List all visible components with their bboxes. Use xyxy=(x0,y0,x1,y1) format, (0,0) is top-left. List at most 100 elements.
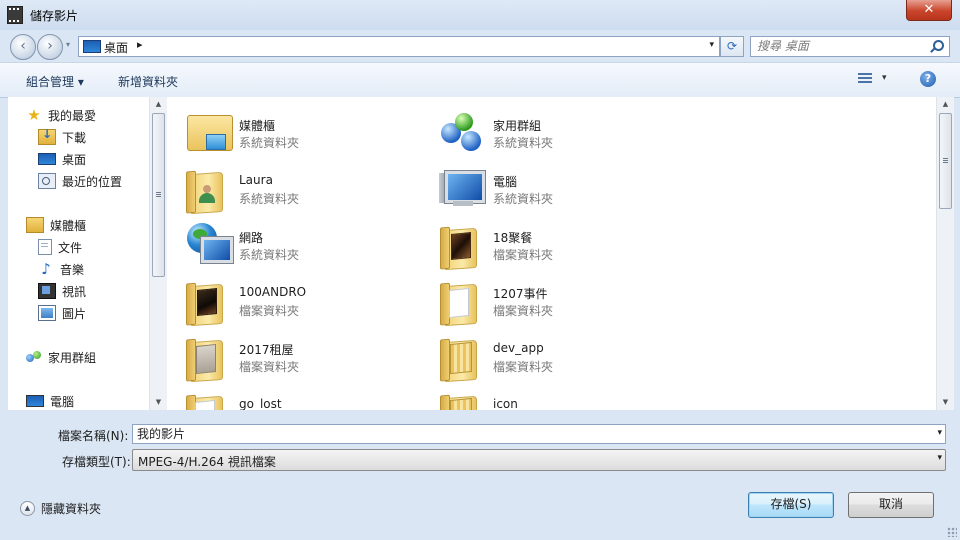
navigation-bar: ‹ › ▾ 桌面 ▸ ▾ ⟳ xyxy=(0,30,960,62)
sidebar-item-homegroup[interactable]: 家用群組 xyxy=(26,347,96,367)
video-icon xyxy=(38,283,56,299)
filetype-label: 存檔類型(T): xyxy=(62,455,131,469)
close-button[interactable]: ✕ xyxy=(906,0,952,21)
help-icon[interactable]: ? xyxy=(920,71,936,87)
file-item[interactable]: 18聚餐 檔案資料夾 xyxy=(421,215,671,271)
address-location[interactable]: 桌面 xyxy=(104,39,128,56)
computer-icon xyxy=(26,395,44,407)
sidebar-item-favorites[interactable]: ★ 我的最愛 xyxy=(26,105,96,125)
folder-icon xyxy=(439,221,485,271)
address-chevron-icon[interactable]: ▸ xyxy=(137,38,143,51)
sidebar-item-videos[interactable]: 視訊 xyxy=(38,281,86,301)
sidebar-item-label: 媒體櫃 xyxy=(50,218,87,233)
sidebar-item-libraries[interactable]: 媒體櫃 xyxy=(26,215,86,235)
file-name: 2017租屋 xyxy=(239,343,294,357)
file-name: go_lost xyxy=(239,397,282,410)
sidebar-item-recent-places[interactable]: 最近的位置 xyxy=(38,171,122,191)
cancel-button[interactable]: 取消 xyxy=(848,492,934,518)
sidebar-item-label: 電腦 xyxy=(50,394,75,409)
scroll-up-icon[interactable]: ▲ xyxy=(150,97,167,112)
folder-icon xyxy=(185,277,231,327)
file-name: dev_app xyxy=(493,341,544,355)
sidebar-item-label: 圖片 xyxy=(62,306,87,321)
view-options-icon[interactable] xyxy=(858,73,872,85)
file-name: 18聚餐 xyxy=(493,231,533,245)
file-item[interactable]: icon 檔案資料夾 xyxy=(421,383,671,410)
hide-folders-label[interactable]: 隱藏資料夾 xyxy=(41,500,101,517)
chevron-down-icon[interactable]: ▾ xyxy=(937,428,942,438)
sidebar-item-downloads[interactable]: 下載 xyxy=(38,127,86,147)
scroll-down-icon[interactable]: ▼ xyxy=(937,395,954,410)
file-type: 檔案資料夾 xyxy=(239,304,300,318)
scroll-thumb[interactable] xyxy=(152,113,165,277)
scroll-down-icon[interactable]: ▼ xyxy=(150,395,167,410)
file-type: 檔案資料夾 xyxy=(493,304,554,318)
file-item[interactable]: go_lost 檔案資料夾 xyxy=(167,383,417,410)
sidebar-item-pictures[interactable]: 圖片 xyxy=(38,303,86,323)
sidebar-item-desktop[interactable]: 桌面 xyxy=(38,149,86,169)
chevron-up-icon[interactable]: ▲ xyxy=(20,501,35,516)
file-item[interactable]: 1207事件 檔案資料夾 xyxy=(421,271,671,327)
file-item[interactable]: 100ANDRO 檔案資料夾 xyxy=(167,271,417,327)
search-box[interactable] xyxy=(750,36,950,57)
sidebar-item-music[interactable]: ♪ 音樂 xyxy=(38,259,84,279)
search-input[interactable] xyxy=(757,39,927,53)
picture-icon xyxy=(38,305,56,321)
back-button[interactable]: ‹ xyxy=(10,34,36,60)
navigation-pane-scrollbar[interactable]: ▲ ▼ xyxy=(149,97,167,410)
desktop-icon xyxy=(38,153,56,165)
save-button[interactable]: 存檔(S) xyxy=(748,492,834,518)
file-item[interactable]: 家用群組 系統資料夾 xyxy=(421,103,671,159)
folder-icon xyxy=(185,333,231,383)
file-type: 系統資料夾 xyxy=(239,192,300,206)
title-bar: 儲存影片 ✕ xyxy=(0,0,960,30)
file-name: 家用群組 xyxy=(493,119,542,133)
filetype-select[interactable]: MPEG-4/H.264 視訊檔案 ▾ xyxy=(132,449,946,471)
computer-icon xyxy=(439,165,486,211)
address-dropdown-icon[interactable]: ▾ xyxy=(709,40,714,50)
file-item[interactable]: Laura 系統資料夾 xyxy=(167,159,417,215)
music-icon: ♪ xyxy=(41,260,51,278)
sidebar-item-label: 最近的位置 xyxy=(62,174,123,189)
recent-places-icon xyxy=(38,173,56,189)
scroll-up-icon[interactable]: ▲ xyxy=(937,97,954,112)
hide-folders-toggle[interactable]: ▲ 隱藏資料夾 xyxy=(20,500,101,517)
file-name: Laura xyxy=(239,173,273,187)
filename-field[interactable] xyxy=(137,426,917,440)
sidebar-item-label: 我的最愛 xyxy=(48,108,97,123)
file-type: 系統資料夾 xyxy=(239,136,300,150)
network-icon xyxy=(185,221,234,267)
folder-icon xyxy=(439,333,485,383)
sidebar-item-documents[interactable]: 文件 xyxy=(38,237,82,257)
file-item[interactable]: 電腦 系統資料夾 xyxy=(421,159,671,215)
file-item[interactable]: 媒體櫃 系統資料夾 xyxy=(167,103,417,159)
file-type: 系統資料夾 xyxy=(493,136,554,150)
file-name: icon xyxy=(493,397,518,410)
recent-pages-dropdown[interactable]: ▾ xyxy=(66,40,70,49)
address-bar[interactable]: 桌面 ▸ ▾ xyxy=(78,36,720,57)
new-folder-button[interactable]: 新增資料夾 xyxy=(118,73,178,90)
library-folder-icon xyxy=(185,109,233,155)
user-folder-icon xyxy=(185,165,231,215)
sidebar-item-label: 視訊 xyxy=(62,284,87,299)
search-icon[interactable] xyxy=(933,40,944,51)
forward-button[interactable]: › xyxy=(37,34,63,60)
file-type: 檔案資料夾 xyxy=(239,360,300,374)
file-item[interactable]: 2017租屋 檔案資料夾 xyxy=(167,327,417,383)
file-list-scrollbar[interactable]: ▲ ▼ xyxy=(936,97,954,410)
sidebar-item-computer[interactable]: 電腦 xyxy=(26,391,74,410)
file-item[interactable]: 網路 系統資料夾 xyxy=(167,215,417,271)
refresh-button[interactable]: ⟳ xyxy=(720,36,744,57)
view-dropdown-icon[interactable]: ▾ xyxy=(882,73,887,83)
file-name: 100ANDRO xyxy=(239,285,307,299)
scroll-thumb[interactable] xyxy=(939,113,952,209)
chevron-down-icon[interactable]: ▾ xyxy=(937,453,942,463)
sidebar-item-label: 家用群組 xyxy=(48,350,97,365)
scroll-grip-icon xyxy=(943,158,948,163)
organize-button[interactable]: 組合管理 ▾ xyxy=(26,73,84,90)
filename-combobox[interactable]: ▾ xyxy=(132,424,946,444)
folder-icon xyxy=(439,277,485,327)
resize-grip-icon[interactable] xyxy=(947,527,957,537)
sidebar-item-label: 音樂 xyxy=(60,262,85,277)
file-item[interactable]: dev_app 檔案資料夾 xyxy=(421,327,671,383)
